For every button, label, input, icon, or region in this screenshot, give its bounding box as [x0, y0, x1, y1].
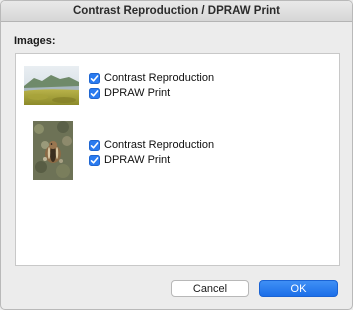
images-label: Images:	[14, 35, 56, 47]
chipmunk-photo-thumbnail	[33, 121, 73, 180]
item1-contrast-reproduction-option[interactable]: Contrast Reproduction	[89, 71, 214, 85]
checkbox-label: Contrast Reproduction	[104, 139, 215, 151]
images-list: Contrast Reproduction DPRAW Print Contra…	[15, 53, 340, 266]
item2-dpraw-print-option[interactable]: DPRAW Print	[89, 153, 170, 167]
window-title: Contrast Reproduction / DPRAW Print	[1, 1, 352, 22]
landscape-photo-thumbnail	[24, 66, 79, 105]
ok-button[interactable]: OK	[259, 280, 338, 297]
item2-contrast-reproduction-option[interactable]: Contrast Reproduction	[89, 138, 214, 152]
dialog-window: Contrast Reproduction / DPRAW Print Imag…	[0, 0, 353, 310]
checkbox-checked-icon[interactable]	[89, 72, 100, 84]
checkbox-label: DPRAW Print	[104, 154, 171, 166]
checkbox-checked-icon[interactable]	[89, 154, 100, 166]
cancel-button[interactable]: Cancel	[171, 280, 249, 297]
checkbox-checked-icon[interactable]	[89, 139, 100, 151]
checkbox-label: Contrast Reproduction	[104, 72, 215, 84]
item1-dpraw-print-option[interactable]: DPRAW Print	[89, 86, 170, 100]
checkbox-checked-icon[interactable]	[89, 87, 100, 99]
checkbox-label: DPRAW Print	[104, 87, 171, 99]
